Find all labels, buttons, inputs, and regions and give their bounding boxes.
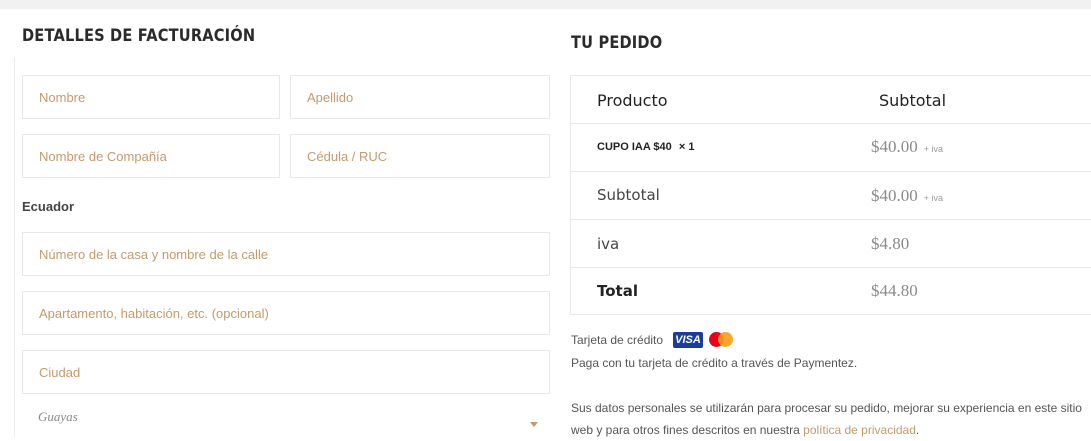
subtotal-value: $40.00 [871, 186, 918, 205]
subtotal-row: Subtotal $40.00 + iva [571, 171, 1091, 220]
country-value: Ecuador [22, 199, 75, 214]
visa-icon: VISA [673, 332, 703, 348]
order-item-row: CUPO IAA $40 × 1 $40.00 + iva [571, 123, 1091, 172]
first-name-input[interactable]: Nombre [22, 75, 280, 119]
address2-input[interactable]: Apartamento, habitación, etc. (opcional) [22, 291, 550, 335]
billing-title: DETALLES DE FACTURACIÓN [22, 26, 256, 46]
last-name-input[interactable]: Apellido [290, 75, 550, 119]
order-title: TU PEDIDO [571, 33, 663, 53]
privacy-end: . [915, 423, 920, 437]
tax-label: iva [597, 235, 620, 253]
id-ruc-placeholder: Cédula / RUC [307, 148, 388, 164]
top-strip [0, 0, 1091, 9]
mastercard-orange-circle [718, 332, 733, 347]
address2-placeholder: Apartamento, habitación, etc. (opcional) [39, 305, 269, 321]
chevron-down-icon[interactable] [530, 422, 538, 427]
payment-description: Paga con tu tarjeta de crédito a través … [571, 356, 858, 370]
item-qty: × 1 [678, 141, 695, 153]
address1-input[interactable]: Número de la casa y nombre de la calle [22, 232, 550, 276]
subtotal-tax-tag: + iva [923, 193, 944, 203]
item-name: CUPO IAA $40 [597, 141, 672, 153]
subtotal-cell: $40.00 + iva [871, 186, 943, 206]
tax-value: $4.80 [871, 234, 910, 253]
last-name-placeholder: Apellido [307, 89, 354, 105]
company-input[interactable]: Nombre de Compañía [22, 134, 280, 178]
company-placeholder: Nombre de Compañía [39, 148, 167, 164]
state-select[interactable] [22, 400, 550, 437]
item-price: $40.00 [871, 137, 918, 156]
col-product-header: Producto [597, 91, 668, 110]
state-select-value: Guayas [38, 409, 78, 424]
address1-placeholder: Número de la casa y nombre de la calle [39, 246, 269, 262]
total-label: Total [597, 282, 638, 300]
tax-row: iva $4.80 [571, 219, 1091, 268]
first-name-placeholder: Nombre [39, 89, 86, 105]
col-subtotal-header: Subtotal [879, 91, 947, 110]
payment-method-label[interactable]: Tarjeta de crédito [571, 333, 663, 347]
mastercard-icon [707, 330, 735, 350]
privacy-policy-link[interactable]: política de privacidad [803, 423, 916, 437]
total-value: $44.80 [871, 281, 918, 300]
item-price-cell: $40.00 + iva [871, 137, 943, 157]
item-tax-tag: + iva [923, 144, 944, 154]
item-name-cell: CUPO IAA $40 × 1 [597, 141, 694, 153]
subtotal-label: Subtotal [597, 186, 660, 204]
id-ruc-input[interactable]: Cédula / RUC [290, 134, 550, 178]
privacy-notice: Sus datos personales se utilizarán para … [571, 397, 1091, 441]
city-input[interactable]: Ciudad [22, 350, 550, 394]
order-table: Producto Subtotal CUPO IAA $40 × 1 $40.0… [570, 75, 1091, 315]
total-row: Total $44.80 [571, 267, 1091, 316]
city-placeholder: Ciudad [39, 364, 81, 380]
